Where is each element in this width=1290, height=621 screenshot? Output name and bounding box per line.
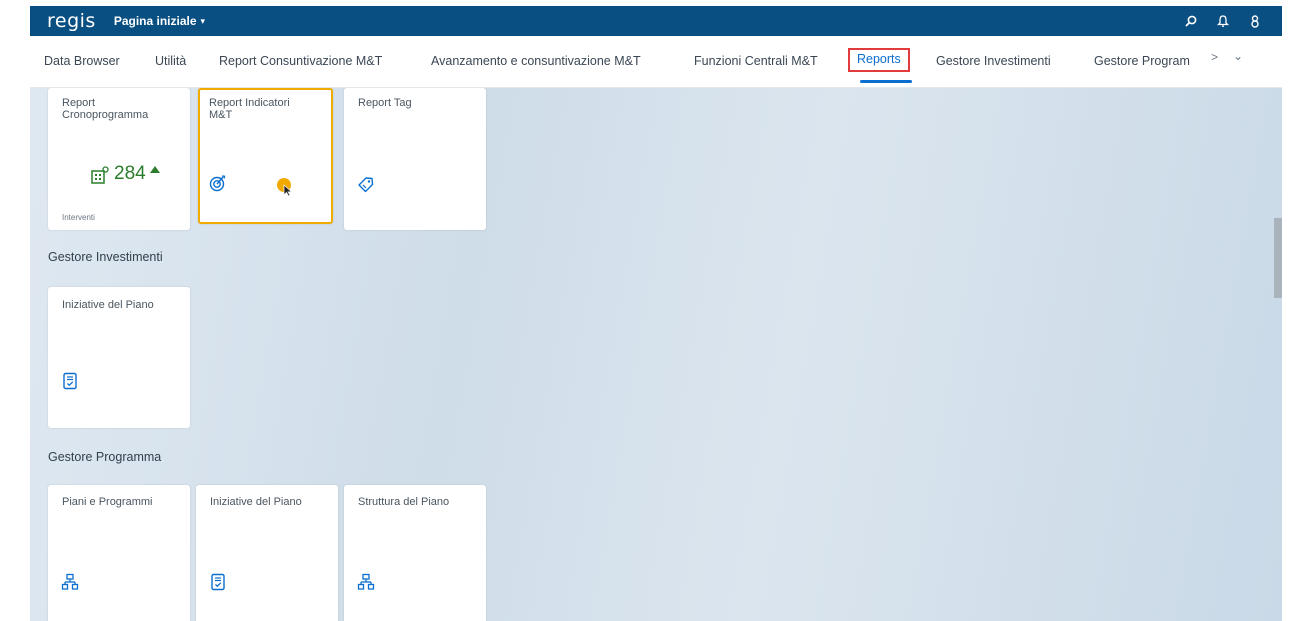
search-icon[interactable] (1184, 14, 1198, 28)
trend-up-icon (149, 166, 160, 173)
tab-funzioni-centrali[interactable]: Funzioni Centrali M&T (694, 50, 818, 72)
building-chart-icon (91, 166, 109, 184)
tile-title: Iniziative del Piano (62, 299, 154, 311)
chevron-down-icon[interactable]: ⌄ (1233, 49, 1243, 63)
vertical-scrollbar[interactable] (1274, 218, 1282, 298)
hierarchy-icon (61, 573, 79, 590)
group-title-gestore-investimenti: Gestore Investimenti (48, 250, 163, 264)
tile-title: Struttura del Piano (358, 496, 450, 508)
tab-overflow-arrow[interactable]: > (1211, 50, 1218, 64)
bell-icon[interactable] (1216, 14, 1230, 28)
tab-data-browser[interactable]: Data Browser (44, 50, 120, 72)
tile-title: Iniziative del Piano (210, 496, 302, 508)
tile-title: Report Indicatori M&T (209, 97, 290, 121)
active-tab-indicator (860, 80, 912, 83)
kpi-indicator: 284 (90, 164, 160, 185)
tile-struttura-del-piano[interactable]: Struttura del Piano (344, 485, 486, 621)
document-check-icon (211, 573, 225, 591)
chevron-down-icon: ▾ (200, 15, 206, 26)
document-check-icon (63, 372, 77, 390)
tab-bar: Data Browser Utilità Report Consuntivazi… (30, 36, 1282, 88)
launchpad-content: Report Cronoprogramma 284 Interventi Rep… (30, 88, 1282, 621)
group-title-gestore-programma: Gestore Programma (48, 450, 162, 464)
tab-utilita[interactable]: Utilità (155, 50, 186, 72)
kpi-value: 284 (114, 163, 146, 184)
mouse-pointer-icon (283, 184, 293, 197)
user-icon[interactable] (1248, 14, 1262, 28)
tile-footer: Interventi (62, 213, 95, 222)
tile-title: Report Cronoprogramma (62, 97, 149, 121)
tile-report-indicatori[interactable]: Report Indicatori M&T (198, 88, 333, 224)
home-title-label: Pagina iniziale (113, 14, 197, 28)
tile-iniziative-del-piano[interactable]: Iniziative del Piano (48, 287, 190, 428)
tag-icon (358, 177, 374, 193)
tile-title: Piani e Programmi (62, 496, 153, 508)
tile-title: Report Tag (358, 97, 412, 109)
tab-gestore-programma[interactable]: Gestore Program (1094, 50, 1190, 72)
tab-gestore-investimenti[interactable]: Gestore Investimenti (936, 50, 1051, 72)
home-title-dropdown[interactable]: Pagina iniziale ▾ (114, 14, 205, 28)
tab-avanzamento-consuntivazione[interactable]: Avanzamento e consuntivazione M&T (431, 50, 641, 72)
tile-iniziative-del-piano-programma[interactable]: Iniziative del Piano (196, 485, 338, 621)
hierarchy-icon (357, 573, 375, 590)
tile-report-tag[interactable]: Report Tag (344, 88, 486, 230)
tile-piani-e-programmi[interactable]: Piani e Programmi (48, 485, 190, 621)
regis-logo[interactable]: regis (47, 10, 96, 32)
tile-report-cronoprogramma[interactable]: Report Cronoprogramma 284 Interventi (48, 88, 190, 230)
shell-bar: regis Pagina iniziale ▾ (30, 6, 1282, 36)
target-icon (209, 175, 226, 192)
tab-reports[interactable]: Reports (848, 48, 910, 72)
tab-report-consuntivazione[interactable]: Report Consuntivazione M&T (219, 50, 382, 72)
